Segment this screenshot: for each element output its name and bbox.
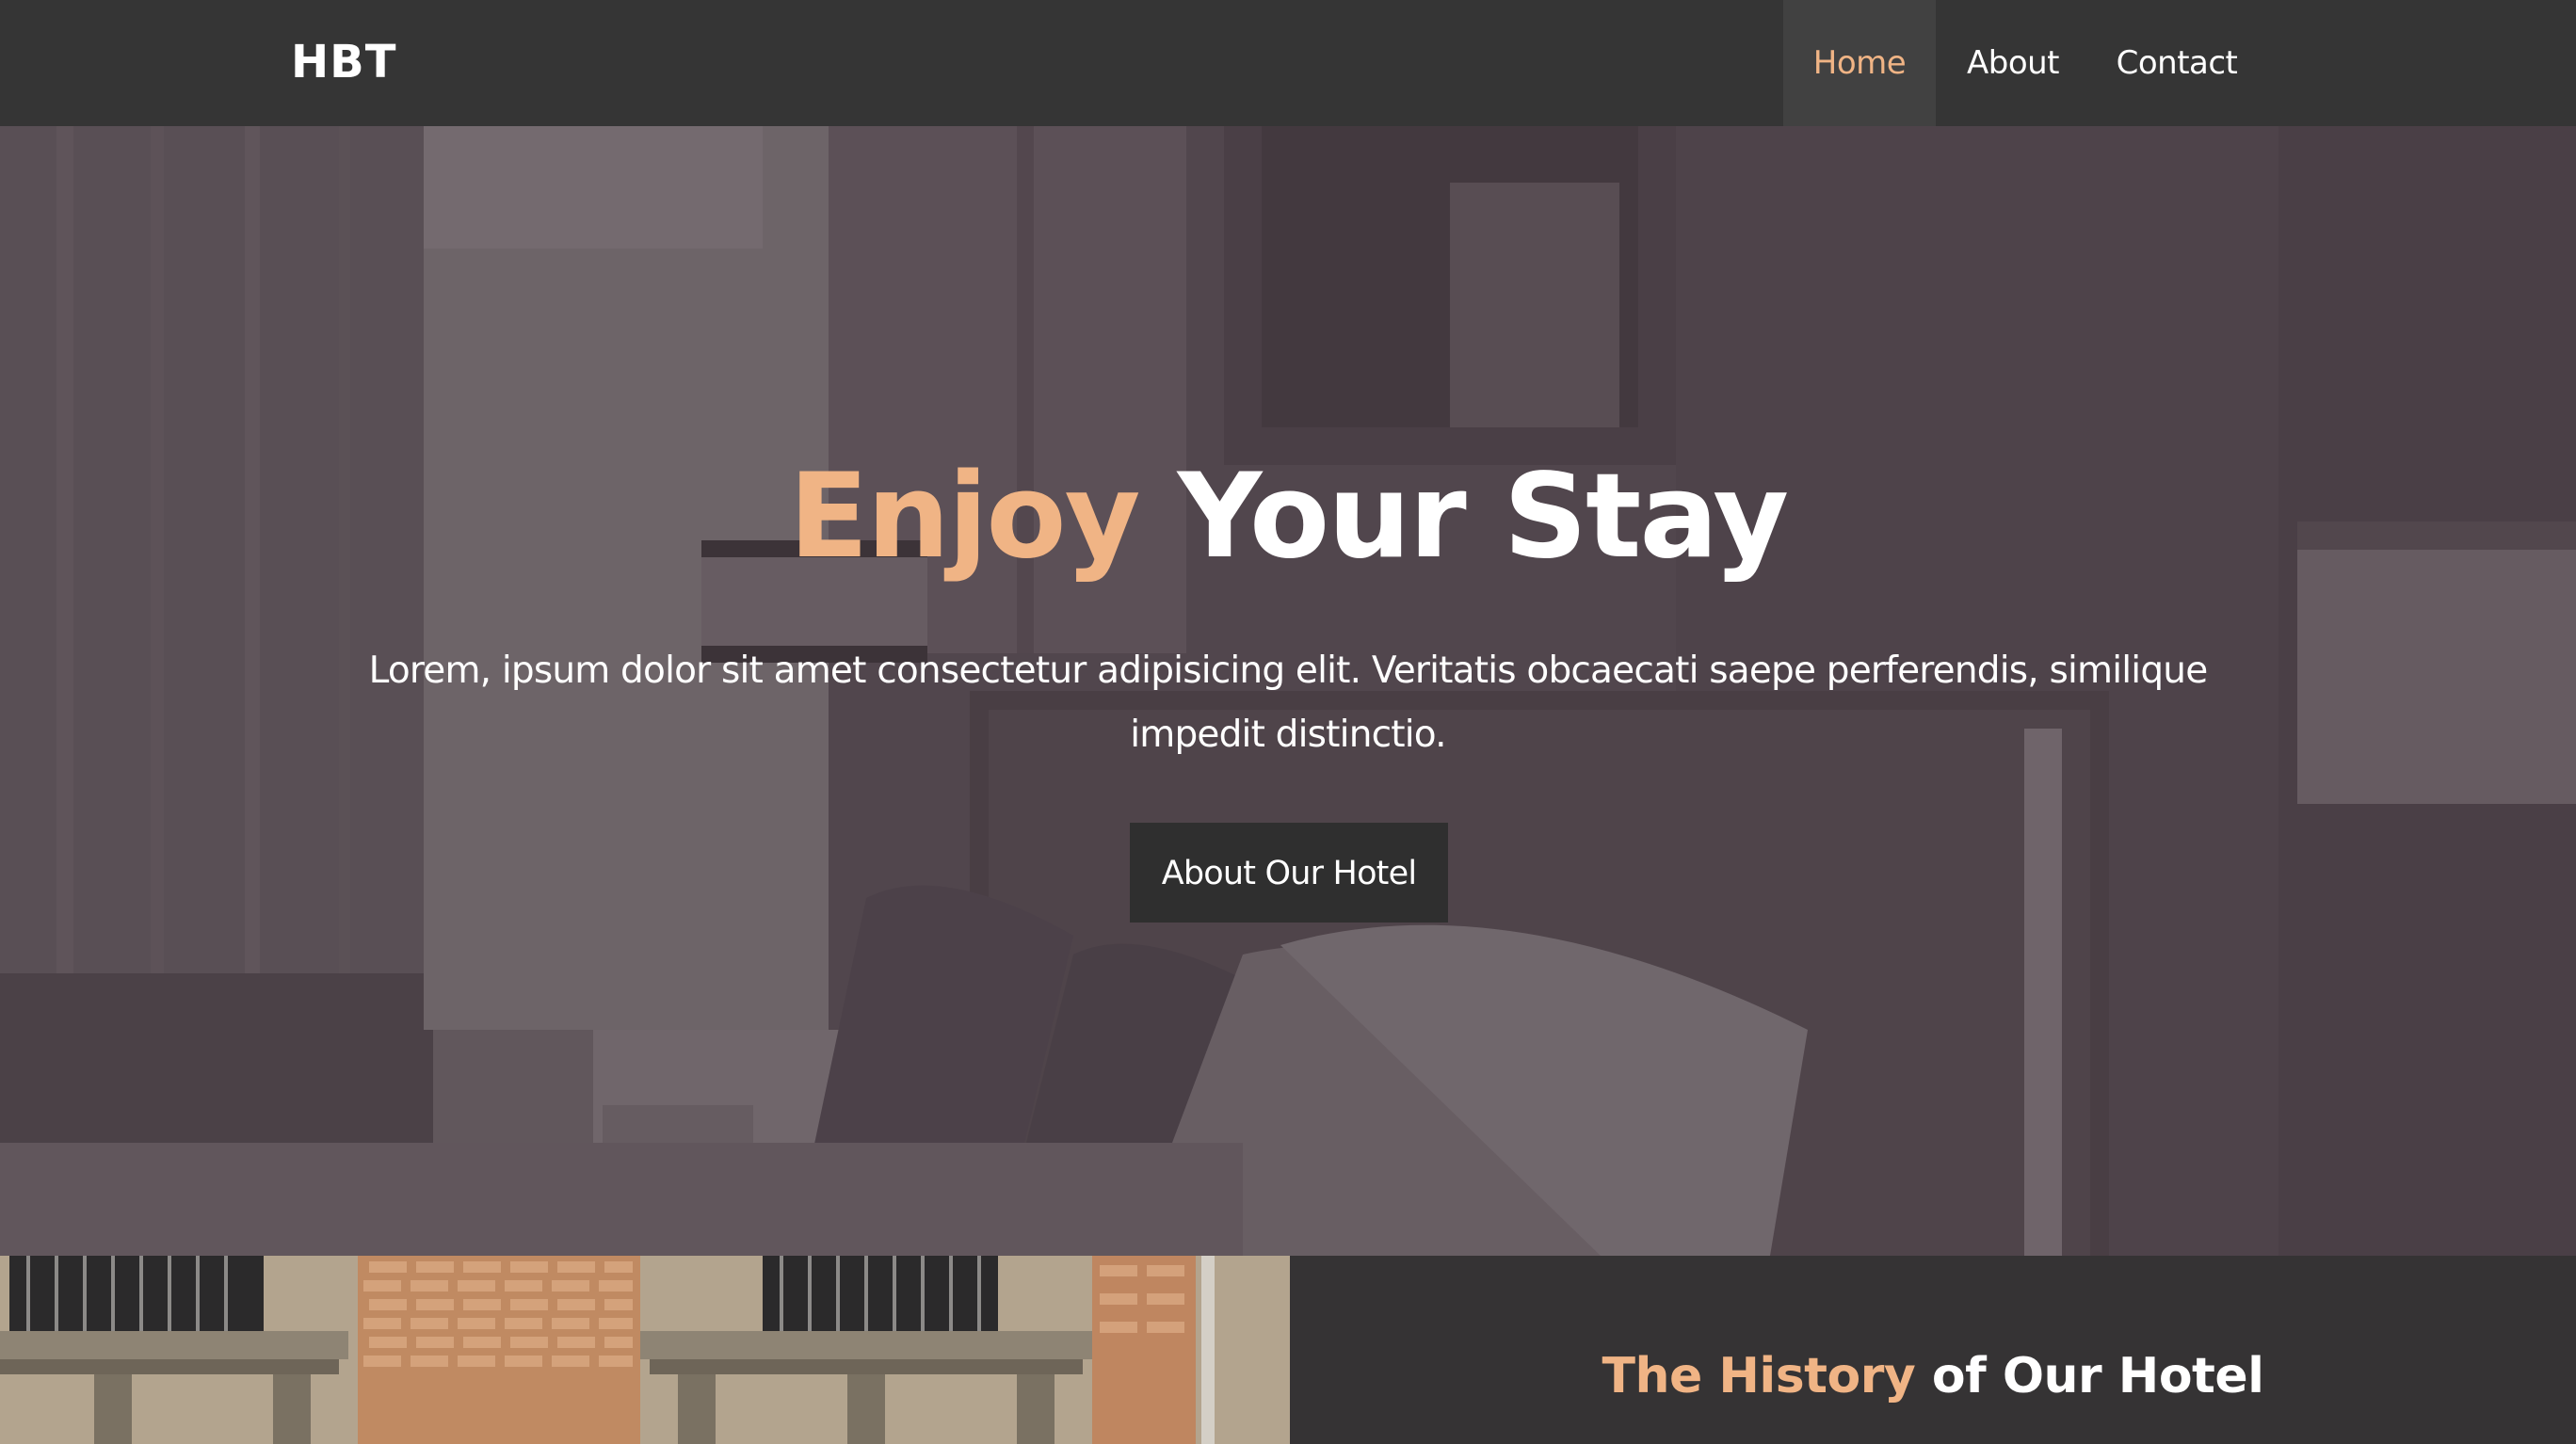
hero-title: Enjoy Your Stay [0,446,2576,587]
nav-links: Home About Contact [1783,0,2576,126]
history-panel: The History of Our Hotel [1290,1256,2576,1444]
navbar: HBT Home About Contact [0,0,2576,126]
building-facade-illustration [0,1256,1290,1444]
nav-link-home[interactable]: Home [1783,0,1936,126]
hero-content: Enjoy Your Stay Lorem, ipsum dolor sit a… [0,126,2576,1256]
history-title-accent: The History [1602,1348,1916,1404]
history-title: The History of Our Hotel [1290,1346,2576,1406]
hero-title-rest: Your Stay [1138,449,1789,585]
hero-section: Enjoy Your Stay Lorem, ipsum dolor sit a… [0,126,2576,1256]
hotel-building-image [0,1256,1290,1444]
nav-link-contact[interactable]: Contact [2090,0,2263,126]
history-section: The History of Our Hotel [0,1256,2576,1444]
hero-title-accent: Enjoy [788,449,1141,585]
hero-description: Lorem, ipsum dolor sit amet consectetur … [368,650,2209,756]
about-hotel-button[interactable]: About Our Hotel [1130,823,1448,923]
history-title-rest: of Our Hotel [1915,1348,2264,1404]
brand-logo[interactable]: HBT [291,36,397,88]
nav-link-about[interactable]: About [1936,0,2090,126]
